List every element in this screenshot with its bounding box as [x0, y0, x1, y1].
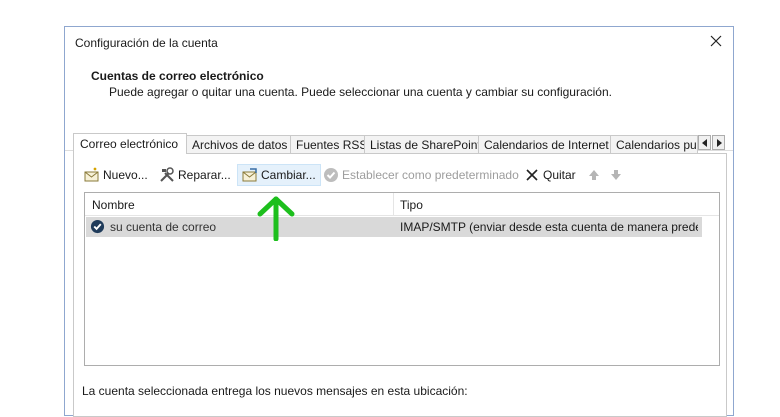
tab-sharepoint-lists[interactable]: Listas de SharePoint	[364, 135, 479, 153]
remove-button-label: Quitar	[543, 168, 576, 182]
list-header: Nombre Tipo	[85, 193, 719, 216]
repair-button-label: Reparar...	[178, 168, 231, 182]
arrow-up-icon	[586, 167, 602, 183]
delivery-location-label: La cuenta seleccionada entrega los nuevo…	[82, 384, 468, 398]
tab-strip: Correo electrónico Archivos de datos Fue…	[73, 133, 727, 154]
repair-button[interactable]: Reparar...	[159, 164, 231, 186]
new-mail-icon	[84, 167, 100, 183]
move-down-button[interactable]	[608, 164, 627, 186]
tab-data-files[interactable]: Archivos de datos	[186, 135, 291, 153]
change-button-label: Cambiar...	[261, 168, 316, 182]
title-bar: Configuración de la cuenta	[65, 27, 733, 57]
change-button[interactable]: Cambiar...	[237, 164, 321, 186]
new-account-button[interactable]: Nuevo...	[84, 164, 148, 186]
arrow-down-icon	[608, 167, 624, 183]
close-button[interactable]	[703, 30, 729, 54]
remove-x-icon	[524, 167, 540, 183]
column-header-type[interactable]: Tipo	[400, 198, 423, 212]
annotation-arrow-up-icon	[257, 196, 295, 241]
account-type: IMAP/SMTP (enviar desde esta cuenta de m…	[400, 220, 698, 234]
set-default-button-label: Establecer como predeterminado	[342, 168, 519, 182]
tools-icon	[159, 167, 175, 183]
set-default-button[interactable]: Establecer como predeterminado	[323, 164, 519, 186]
column-header-name[interactable]: Nombre	[92, 198, 135, 212]
column-divider[interactable]	[393, 193, 394, 215]
list-item[interactable]: su cuenta de correo IMAP/SMTP (enviar de…	[86, 217, 702, 237]
new-button-label: Nuevo...	[103, 168, 148, 182]
check-circle-icon	[323, 167, 339, 183]
tab-scroll-right-button[interactable]	[712, 135, 725, 150]
move-up-button[interactable]	[586, 164, 605, 186]
arrow-right-icon	[716, 139, 722, 147]
tab-published-calendars[interactable]: Calendarios pul	[610, 135, 698, 153]
header-title: Cuentas de correo electrónico	[91, 69, 264, 83]
arrow-left-icon	[701, 139, 707, 147]
account-toolbar: Nuevo... Reparar... Cambiar... Establece…	[78, 164, 718, 188]
tab-internet-calendars[interactable]: Calendarios de Internet	[478, 135, 611, 153]
default-account-check-icon	[90, 219, 105, 237]
dialog-title: Configuración de la cuenta	[75, 36, 218, 50]
tab-scroll-left-button[interactable]	[698, 135, 711, 150]
accounts-list[interactable]: Nombre Tipo su cuenta de correo IMAP/SMT…	[84, 192, 720, 366]
change-settings-icon	[242, 167, 258, 183]
close-icon	[710, 35, 722, 47]
tab-email[interactable]: Correo electrónico	[73, 133, 187, 154]
email-tab-panel: Nuevo... Reparar... Cambiar... Establece…	[73, 153, 727, 417]
account-settings-dialog: Configuración de la cuenta Cuentas de co…	[64, 26, 734, 417]
tab-rss-feeds[interactable]: Fuentes RSS	[290, 135, 365, 153]
account-name: su cuenta de correo	[110, 220, 217, 234]
remove-button[interactable]: Quitar	[524, 164, 576, 186]
header-description: Puede agregar o quitar una cuenta. Puede…	[109, 85, 612, 99]
